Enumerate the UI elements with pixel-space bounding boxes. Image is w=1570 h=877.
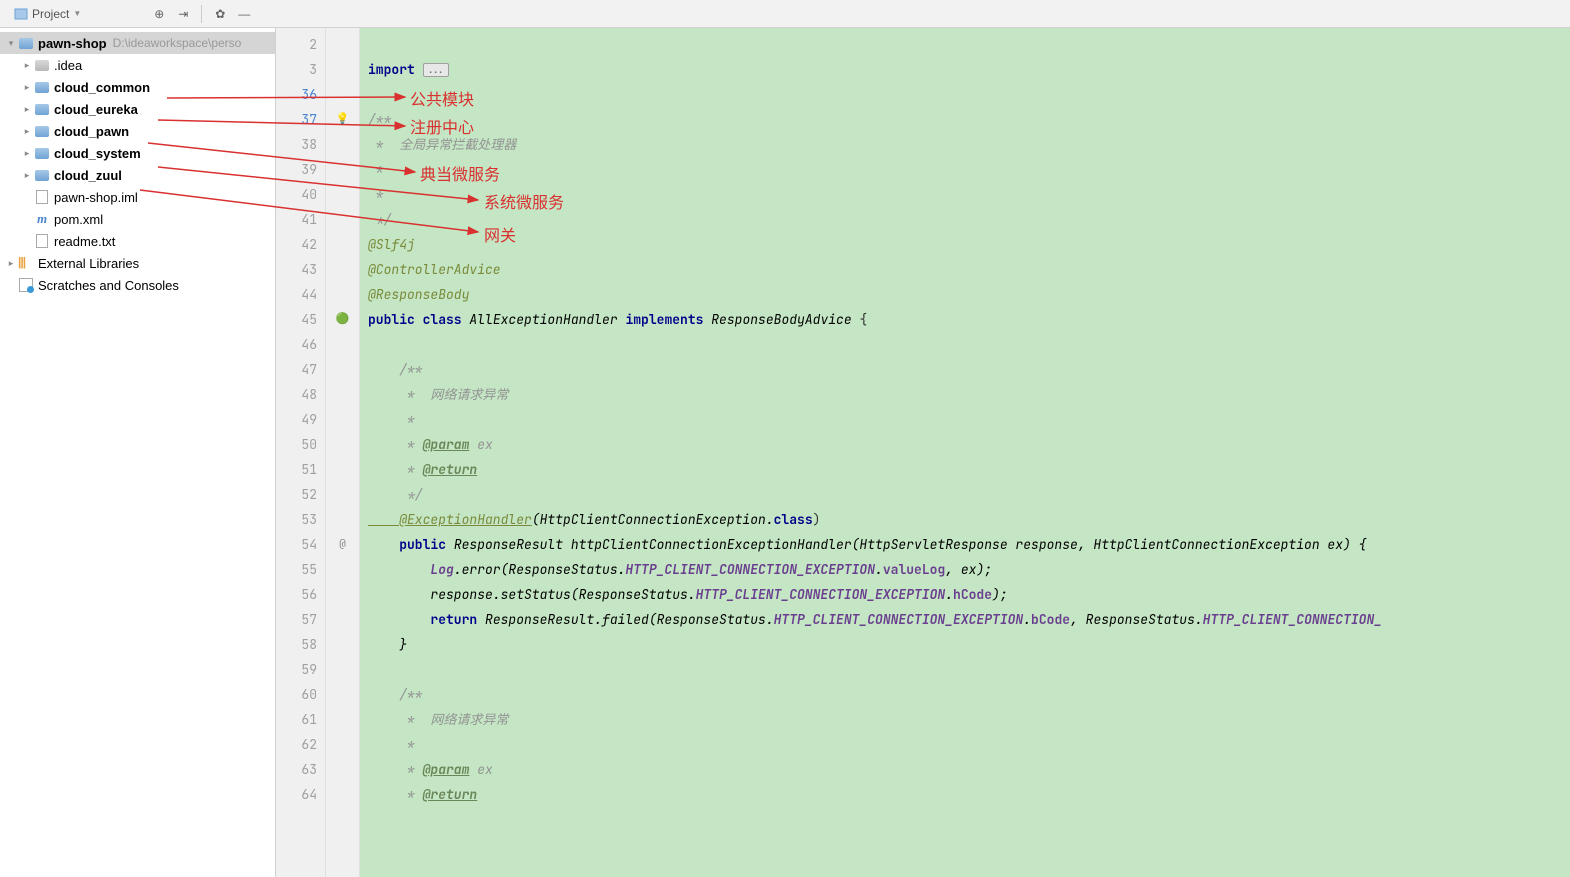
project-tree: ▾ pawn-shop D:\ideaworkspace\perso ▸ .id…: [0, 28, 275, 300]
tree-item-cloud-zuul[interactable]: ▸ cloud_zuul: [0, 164, 275, 186]
chevron-right-icon[interactable]: ▸: [20, 104, 34, 115]
code-editor[interactable]: 2336373839404142434445464748495051525354…: [276, 28, 1570, 877]
code-area[interactable]: import ... /** * 全局异常拦截处理器 * * */ @Slf4j…: [360, 28, 1570, 877]
folder-icon: [34, 79, 50, 95]
folder-icon: [34, 123, 50, 139]
hide-icon[interactable]: —: [234, 4, 254, 24]
editor-pane: C AllExceptionHandler.java × 23363738394…: [276, 28, 1570, 877]
project-sidebar: ▾ pawn-shop D:\ideaworkspace\perso ▸ .id…: [0, 28, 276, 877]
chevron-right-icon[interactable]: ▸: [4, 258, 18, 269]
line-number-gutter: 2336373839404142434445464748495051525354…: [276, 28, 326, 877]
gear-icon[interactable]: ✿: [210, 4, 230, 24]
collapse-all-icon[interactable]: ⇥: [173, 4, 193, 24]
chevron-right-icon[interactable]: ▸: [20, 148, 34, 159]
tree-item-idea[interactable]: ▸ .idea: [0, 54, 275, 76]
tree-item-cloud-system[interactable]: ▸ cloud_system: [0, 142, 275, 164]
file-icon: [34, 233, 50, 249]
tree-item-cloud-eureka[interactable]: ▸ cloud_eureka: [0, 98, 275, 120]
separator: [201, 5, 202, 23]
override-gutter-icon: @: [326, 532, 359, 557]
gutter-marks: 💡 🟢 @: [326, 28, 360, 877]
chevron-right-icon[interactable]: ▸: [20, 60, 34, 71]
tree-item-pom[interactable]: m pom.xml: [0, 208, 275, 230]
chevron-down-icon[interactable]: ▾: [4, 38, 18, 49]
folder-icon: [34, 167, 50, 183]
maven-icon: m: [34, 211, 50, 227]
tree-item-cloud-common[interactable]: ▸ cloud_common: [0, 76, 275, 98]
chevron-right-icon[interactable]: ▸: [20, 126, 34, 137]
project-icon: [14, 7, 28, 21]
tree-scratches[interactable]: Scratches and Consoles: [0, 274, 275, 296]
folder-icon: [34, 145, 50, 161]
library-icon: [18, 255, 34, 271]
project-label-text: Project: [32, 7, 69, 21]
file-icon: [34, 189, 50, 205]
tree-root-path: D:\ideaworkspace\perso: [113, 36, 242, 50]
project-toolbar: Project ▼ ⊕ ⇥ ✿ —: [0, 0, 1570, 28]
dropdown-icon: ▼: [73, 9, 81, 18]
tree-item-readme[interactable]: readme.txt: [0, 230, 275, 252]
scratch-icon: [18, 277, 34, 293]
class-gutter-icon: 🟢: [326, 307, 359, 332]
tree-root-row[interactable]: ▾ pawn-shop D:\ideaworkspace\perso: [0, 32, 275, 54]
folder-icon: [34, 57, 50, 73]
chevron-right-icon[interactable]: ▸: [20, 82, 34, 93]
tree-external-libraries[interactable]: ▸ External Libraries: [0, 252, 275, 274]
select-target-icon[interactable]: ⊕: [149, 4, 169, 24]
project-tool-button[interactable]: Project ▼: [8, 5, 87, 23]
chevron-right-icon[interactable]: ▸: [20, 170, 34, 181]
main-area: ▾ pawn-shop D:\ideaworkspace\perso ▸ .id…: [0, 28, 1570, 877]
tree-root-label: pawn-shop: [38, 36, 107, 51]
folder-icon: [18, 35, 34, 51]
folder-icon: [34, 101, 50, 117]
tree-item-cloud-pawn[interactable]: ▸ cloud_pawn: [0, 120, 275, 142]
tree-item-iml[interactable]: pawn-shop.iml: [0, 186, 275, 208]
